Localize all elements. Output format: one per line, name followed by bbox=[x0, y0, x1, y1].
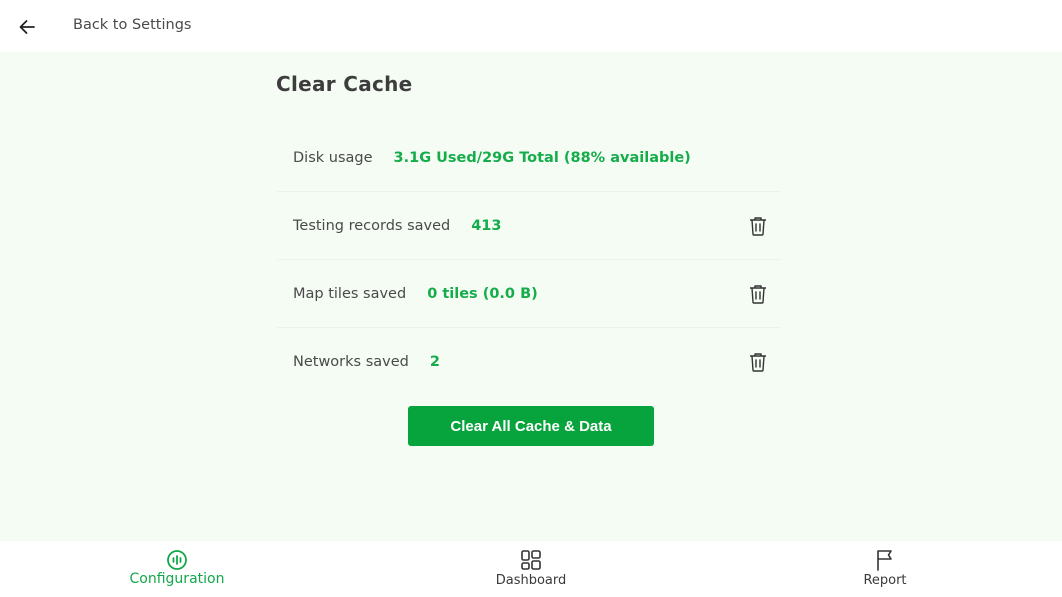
arrow-left-icon[interactable] bbox=[14, 14, 40, 40]
row-label: Map tiles saved bbox=[293, 286, 407, 302]
flag-icon bbox=[873, 548, 897, 572]
page-title: Clear Cache bbox=[276, 72, 413, 96]
nav-label: Report bbox=[863, 573, 907, 588]
nav-label: Configuration bbox=[129, 571, 225, 587]
trash-icon[interactable] bbox=[748, 215, 768, 237]
networks-row: Networks saved 2 bbox=[277, 329, 780, 395]
row-value: 2 bbox=[429, 354, 440, 370]
nav-label: Dashboard bbox=[495, 573, 567, 588]
top-bar: Back to Settings bbox=[0, 0, 1062, 52]
row-label: Networks saved bbox=[293, 354, 409, 370]
bottom-navigation: Configuration Dashboard Report bbox=[0, 541, 1062, 597]
row-label: Disk usage bbox=[293, 150, 373, 166]
back-to-settings-link[interactable]: Back to Settings bbox=[73, 17, 191, 33]
trash-icon[interactable] bbox=[748, 283, 768, 305]
map-tiles-row: Map tiles saved 0 tiles (0.0 B) bbox=[277, 261, 780, 328]
nav-item-report[interactable]: Report bbox=[708, 541, 1062, 597]
content-area: Clear Cache Disk usage 3.1G Used/29G Tot… bbox=[0, 52, 1062, 541]
clear-cache-page: Back to Settings Clear Cache Disk usage … bbox=[0, 0, 1062, 597]
configuration-icon bbox=[165, 548, 189, 572]
dashboard-icon bbox=[519, 548, 543, 572]
trash-icon[interactable] bbox=[748, 351, 768, 373]
disk-usage-row: Disk usage 3.1G Used/29G Total (88% avai… bbox=[277, 125, 780, 192]
nav-item-configuration[interactable]: Configuration bbox=[0, 541, 354, 597]
row-value: 3.1G Used/29G Total (88% available) bbox=[393, 150, 691, 166]
row-value: 0 tiles (0.0 B) bbox=[427, 286, 538, 302]
row-value: 413 bbox=[471, 218, 502, 234]
clear-all-cache-button[interactable]: Clear All Cache & Data bbox=[408, 406, 654, 446]
nav-item-dashboard[interactable]: Dashboard bbox=[354, 541, 708, 597]
row-label: Testing records saved bbox=[293, 218, 451, 234]
testing-records-row: Testing records saved 413 bbox=[277, 193, 780, 260]
